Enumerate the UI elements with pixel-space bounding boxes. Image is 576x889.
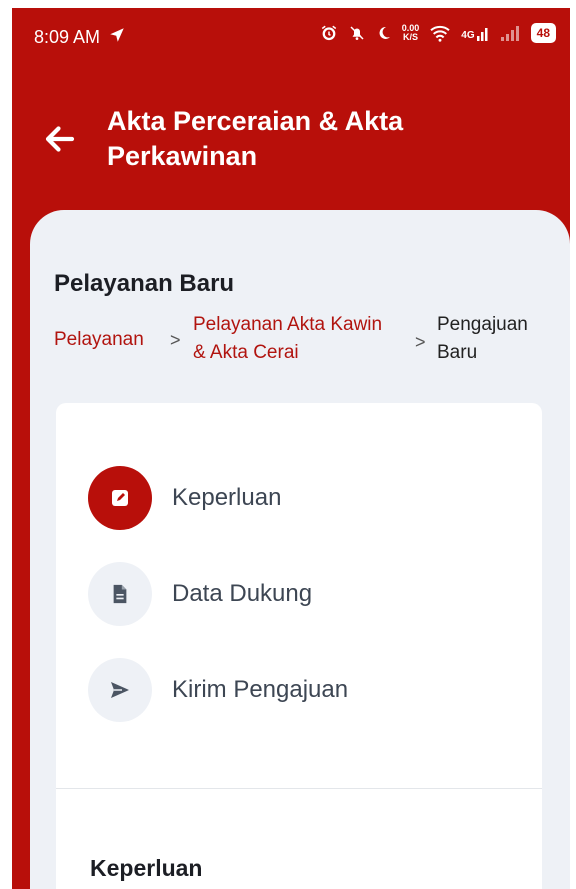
step-label: Keperluan [172,484,282,511]
status-time: 8:09 AM [34,27,101,47]
steps-panel: Keperluan Data Dukung Kirim Pengajuan Ke… [56,403,542,889]
step-kirim-pengajuan[interactable]: Kirim Pengajuan [88,658,348,722]
section-title: Pelayanan Baru [54,270,235,297]
app-screen: 8:09 AM 0.00 K/S 4G 48 Akta Perceraian &… [12,8,570,889]
arrow-left-icon [45,126,75,152]
step-icon-circle [88,658,152,722]
step-label: Data Dukung [172,580,313,607]
mute-bell-icon [348,24,366,42]
battery-indicator: 48 [530,23,556,43]
alarm-icon [320,24,338,42]
step-icon-circle [88,466,152,530]
step-data-dukung[interactable]: Data Dukung [88,562,312,626]
step-keperluan[interactable]: Keperluan [88,466,281,530]
back-button[interactable] [42,121,78,157]
net-speed-unit: K/S [403,32,419,42]
send-icon [111,682,129,698]
signal-weak-icon [500,25,521,41]
location-arrow-icon [108,26,126,49]
status-time-group: 8:09 AM [34,26,126,49]
document-icon [113,584,127,604]
breadcrumb-current: Pengajuan Baru [437,314,528,363]
breadcrumb-pelayanan[interactable]: Pelayanan [54,326,144,354]
breadcrumb-pelayanan-akta[interactable]: Pelayanan Akta Kawin & Akta Cerai [193,311,398,367]
status-icons: 0.00 K/S 4G 48 [320,23,556,43]
step-icon-circle [88,562,152,626]
step-label: Kirim Pengajuan [172,676,349,703]
divider [56,788,542,789]
form-section-title: Keperluan [90,855,203,881]
breadcrumb-separator: > [415,332,426,352]
breadcrumb-separator: > [170,330,181,350]
network-type: 4G [461,30,475,41]
page-title: Akta Perceraian & Akta Perkawinan [107,106,404,171]
edit-icon [112,490,128,506]
signal-4g-icon: 4G [461,25,490,41]
status-bar: 8:09 AM 0.00 K/S 4G 48 [12,8,570,64]
wifi-icon [429,24,451,42]
moon-icon [376,24,392,42]
net-speed: 0.00 K/S [402,24,420,42]
